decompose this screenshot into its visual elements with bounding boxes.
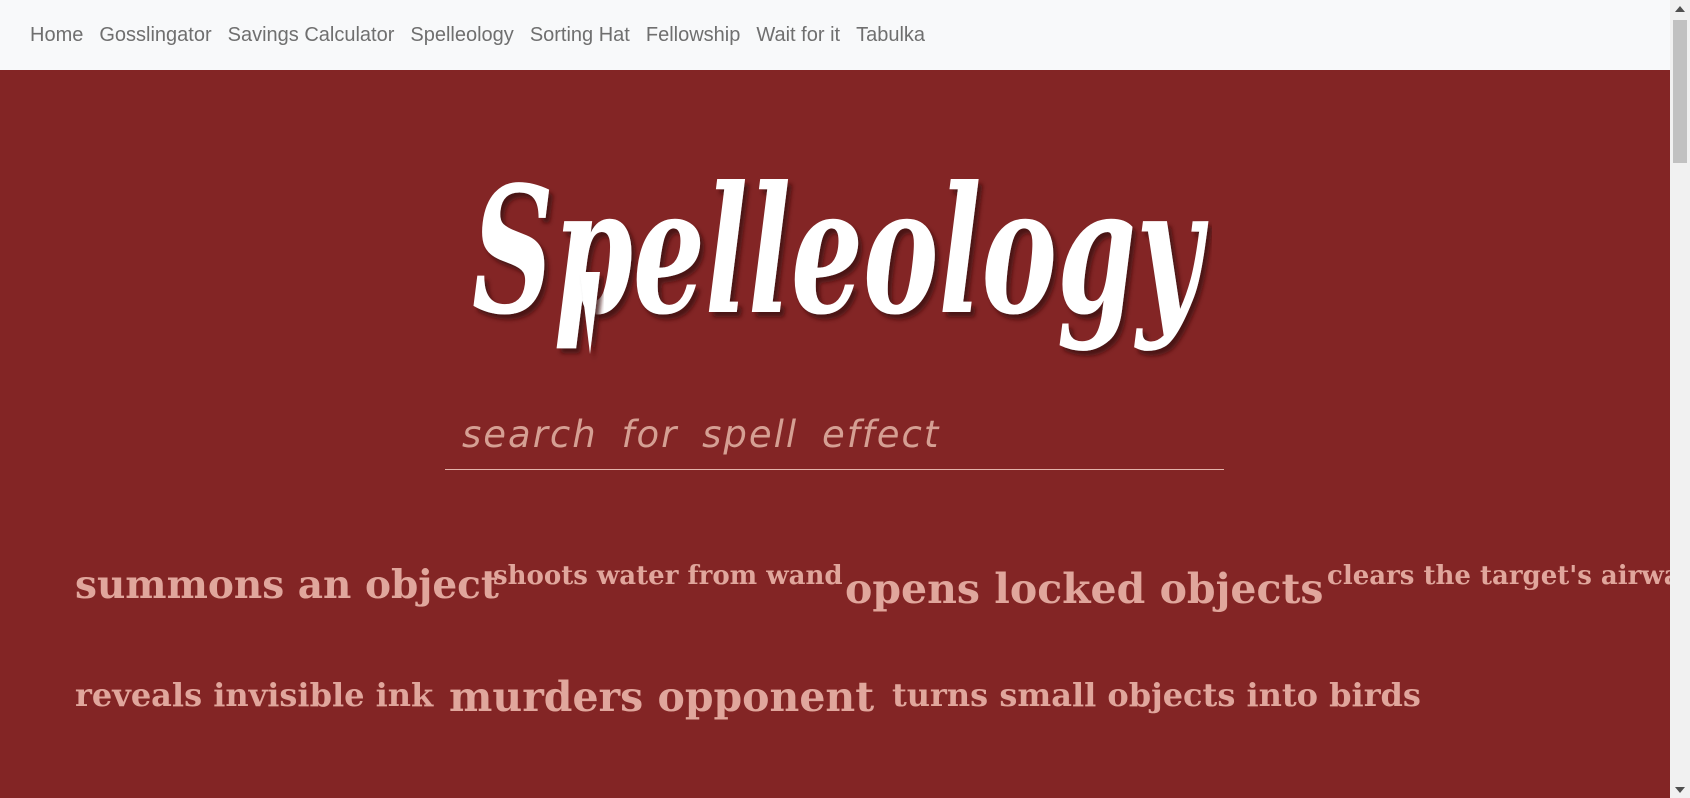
search-field [445, 400, 1224, 470]
effect-shoots-water-from-wand[interactable]: shoots water from wand [493, 561, 843, 591]
effect-clears-airway[interactable]: clears the target's airway [1327, 561, 1670, 591]
nav-link-spelleology[interactable]: Spelleology [410, 24, 513, 47]
nav-link-fellowship[interactable]: Fellowship [646, 24, 740, 47]
effect-opens-locked-objects[interactable]: opens locked objects [845, 565, 1324, 613]
top-navbar: Home Gosslingator Savings Calculator Spe… [0, 0, 1670, 70]
effect-summons-an-object[interactable]: summons an object [75, 562, 499, 608]
search-input[interactable] [460, 406, 1214, 462]
spelleology-logo: Spelleology [462, 122, 1212, 372]
scroll-up-icon[interactable] [1670, 0, 1690, 17]
nav-link-tabulka[interactable]: Tabulka [856, 24, 925, 47]
nav-link-savings-calculator[interactable]: Savings Calculator [228, 24, 395, 47]
scroll-down-icon[interactable] [1670, 781, 1690, 798]
nav-link-home[interactable]: Home [30, 24, 83, 47]
nav-link-sorting-hat[interactable]: Sorting Hat [530, 24, 630, 47]
scrollbar-thumb[interactable] [1673, 20, 1687, 163]
nav-link-gosslingator[interactable]: Gosslingator [99, 24, 211, 47]
vertical-scrollbar[interactable] [1670, 0, 1690, 798]
nav-link-wait-for-it[interactable]: Wait for it [756, 24, 840, 47]
logo-text: Spelleology [472, 149, 1209, 354]
main-content: Spelleology summons an object shoots wat… [0, 70, 1670, 798]
effect-turns-objects-into-birds[interactable]: turns small objects into birds [892, 676, 1421, 714]
effect-reveals-invisible-ink[interactable]: reveals invisible ink [75, 676, 433, 714]
effect-murders-opponent[interactable]: murders opponent [449, 673, 874, 721]
